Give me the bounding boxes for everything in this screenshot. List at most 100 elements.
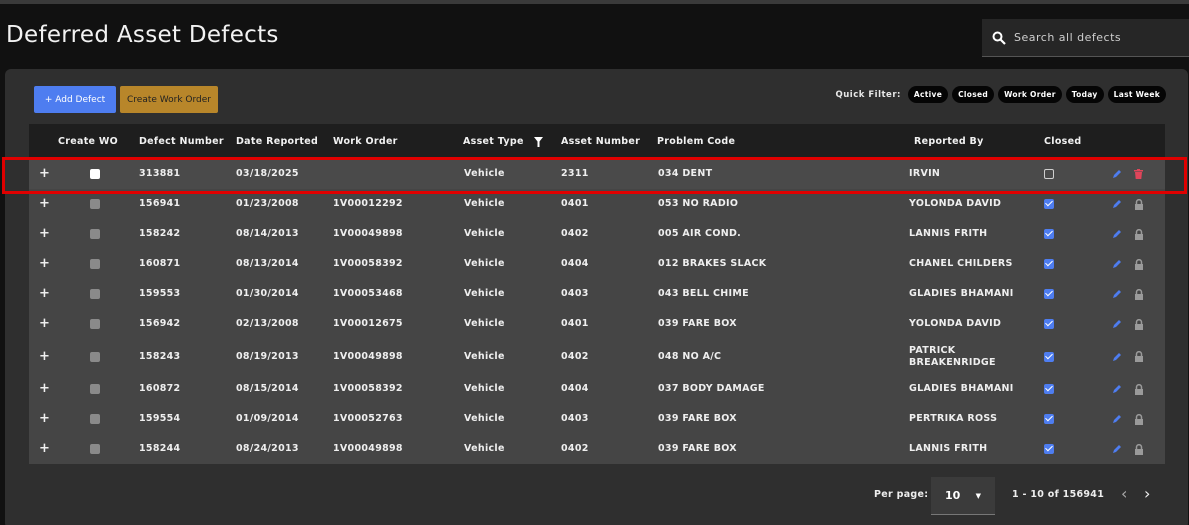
defect-number-cell: 159554	[139, 413, 181, 424]
col-work-order[interactable]: Work Order	[333, 124, 398, 159]
date-reported-cell: 08/15/2014	[236, 383, 299, 394]
table-row[interactable]: +156941 01/23/2008 1V00012292 Vehicle 0401 05…	[29, 189, 1165, 219]
problem-code-cell: 043 BELL CHIME	[658, 288, 749, 299]
table-row[interactable]: +160871 08/13/2014 1V00058392 Vehicle 0404 01…	[29, 249, 1165, 279]
problem-code-cell: 039 FARE BOX	[658, 318, 737, 329]
expand-row-icon[interactable]: +	[39, 404, 50, 434]
col-create-wo[interactable]: Create WO	[58, 124, 118, 159]
defect-number-cell: 158244	[139, 443, 181, 454]
create-wo-checkbox	[90, 444, 100, 454]
per-page-select[interactable]: 10 ▼	[931, 477, 995, 515]
defect-number-cell: 156941	[139, 198, 181, 209]
col-defect-number[interactable]: Defect Number	[139, 124, 224, 159]
closed-cell	[1044, 219, 1054, 249]
create-wo-cell	[90, 219, 100, 249]
table-row[interactable]: +156942 02/13/2008 1V00012675 Vehicle 0401 03…	[29, 309, 1165, 339]
expand-row-icon[interactable]: +	[39, 434, 50, 464]
expand-row-icon[interactable]: +	[39, 309, 50, 339]
closed-checkbox[interactable]	[1044, 199, 1054, 209]
chip-active[interactable]: Active	[907, 86, 949, 103]
reported-by-cell: IRVIN	[909, 168, 941, 179]
next-page-icon[interactable]: ›	[1144, 484, 1150, 503]
work-order-cell: 1V00049898	[333, 228, 403, 239]
table-row[interactable]: +158244 08/24/2013 1V00049898 Vehicle 0402 03…	[29, 434, 1165, 464]
closed-checkbox[interactable]	[1044, 444, 1054, 454]
create-wo-checkbox	[90, 414, 100, 424]
date-reported-cell: 08/13/2014	[236, 258, 299, 269]
edit-pencil-icon[interactable]	[1112, 189, 1122, 219]
prev-page-icon[interactable]: ‹	[1121, 484, 1127, 503]
search-box[interactable]	[982, 19, 1189, 57]
closed-cell	[1044, 189, 1054, 219]
create-work-order-button[interactable]: Create Work Order	[120, 86, 218, 113]
problem-code-cell: 034 DENT	[658, 168, 713, 179]
edit-pencil-icon[interactable]	[1112, 219, 1122, 249]
search-input[interactable]	[1014, 31, 1184, 44]
chip-today[interactable]: Today	[1065, 86, 1104, 103]
add-defect-button[interactable]: + Add Defect	[34, 86, 116, 113]
col-reported-by[interactable]: Reported By	[914, 124, 984, 159]
edit-pencil-icon[interactable]	[1112, 434, 1122, 464]
closed-checkbox[interactable]	[1044, 289, 1054, 299]
filter-icon[interactable]	[534, 124, 543, 159]
asset-type-cell: Vehicle	[464, 318, 505, 329]
col-closed[interactable]: Closed	[1044, 124, 1081, 159]
reported-by-cell: CHANEL CHILDERS	[909, 258, 1013, 269]
closed-checkbox[interactable]	[1044, 384, 1054, 394]
table-row[interactable]: +159554 01/09/2014 1V00052763 Vehicle 0403 03…	[29, 404, 1165, 434]
edit-pencil-icon[interactable]	[1112, 279, 1122, 309]
edit-pencil-icon[interactable]	[1112, 249, 1122, 279]
closed-checkbox[interactable]	[1044, 169, 1054, 179]
asset-number-cell: 0402	[561, 443, 589, 454]
problem-code-cell: 012 BRAKES SLACK	[658, 258, 767, 269]
defect-number-cell: 313881	[139, 168, 181, 179]
date-reported-cell: 08/19/2013	[236, 350, 299, 362]
edit-pencil-icon[interactable]	[1112, 159, 1122, 189]
create-wo-cell	[90, 374, 100, 404]
delete-trash-icon[interactable]	[1134, 159, 1143, 189]
asset-number-cell: 0402	[561, 228, 589, 239]
table-row[interactable]: +313881 03/18/2025 Vehicle 2311 034 DENT IRVI…	[29, 159, 1165, 189]
expand-row-icon[interactable]: +	[39, 189, 50, 219]
expand-row-icon[interactable]: +	[39, 279, 50, 309]
asset-number-cell: 0403	[561, 413, 589, 424]
expand-row-icon[interactable]: +	[39, 249, 50, 279]
create-wo-checkbox[interactable]	[90, 169, 100, 179]
edit-pencil-icon[interactable]	[1112, 374, 1122, 404]
edit-pencil-icon[interactable]	[1112, 339, 1122, 374]
asset-number-cell: 0404	[561, 258, 589, 269]
problem-code-cell: 039 FARE BOX	[658, 413, 737, 424]
closed-checkbox[interactable]	[1044, 259, 1054, 269]
defects-table: Create WO Defect Number Date Reported Wo…	[29, 124, 1165, 464]
create-wo-cell	[90, 279, 100, 309]
pagination: Per page: 10 ▼ 1 - 10 of 156941 ‹ ›	[5, 474, 1188, 524]
closed-checkbox[interactable]	[1044, 414, 1054, 424]
col-problem-code[interactable]: Problem Code	[657, 124, 735, 159]
col-asset-number[interactable]: Asset Number	[561, 124, 640, 159]
chip-closed[interactable]: Closed	[952, 86, 995, 103]
closed-checkbox[interactable]	[1044, 351, 1054, 362]
edit-pencil-icon[interactable]	[1112, 404, 1122, 434]
chip-work-order[interactable]: Work Order	[998, 86, 1062, 103]
col-date-reported[interactable]: Date Reported	[236, 124, 318, 159]
chip-last-week[interactable]: Last Week	[1107, 86, 1166, 103]
defect-number-cell: 160872	[139, 383, 181, 394]
edit-pencil-icon[interactable]	[1112, 309, 1122, 339]
expand-row-icon[interactable]: +	[39, 159, 50, 189]
closed-checkbox[interactable]	[1044, 319, 1054, 329]
table-row[interactable]: +160872 08/15/2014 1V00058392 Vehicle 0404 03…	[29, 374, 1165, 404]
lock-icon	[1134, 404, 1144, 434]
asset-number-cell: 0402	[561, 350, 589, 362]
expand-row-icon[interactable]: +	[39, 374, 50, 404]
page-range: 1 - 10 of 156941	[1012, 489, 1105, 500]
expand-row-icon[interactable]: +	[39, 339, 50, 374]
table-row[interactable]: +158242 08/14/2013 1V00049898 Vehicle 0402 00…	[29, 219, 1165, 249]
closed-checkbox[interactable]	[1044, 229, 1054, 239]
asset-type-cell: Vehicle	[464, 258, 505, 269]
expand-row-icon[interactable]: +	[39, 219, 50, 249]
create-wo-checkbox	[90, 289, 100, 299]
table-row[interactable]: +158243 08/19/2013 1V00049898 Vehicle 0402 04…	[29, 339, 1165, 374]
table-row[interactable]: +159553 01/30/2014 1V00053468 Vehicle 0403 04…	[29, 279, 1165, 309]
work-order-cell: 1V00049898	[333, 443, 403, 454]
col-asset-type[interactable]: Asset Type	[463, 124, 524, 159]
